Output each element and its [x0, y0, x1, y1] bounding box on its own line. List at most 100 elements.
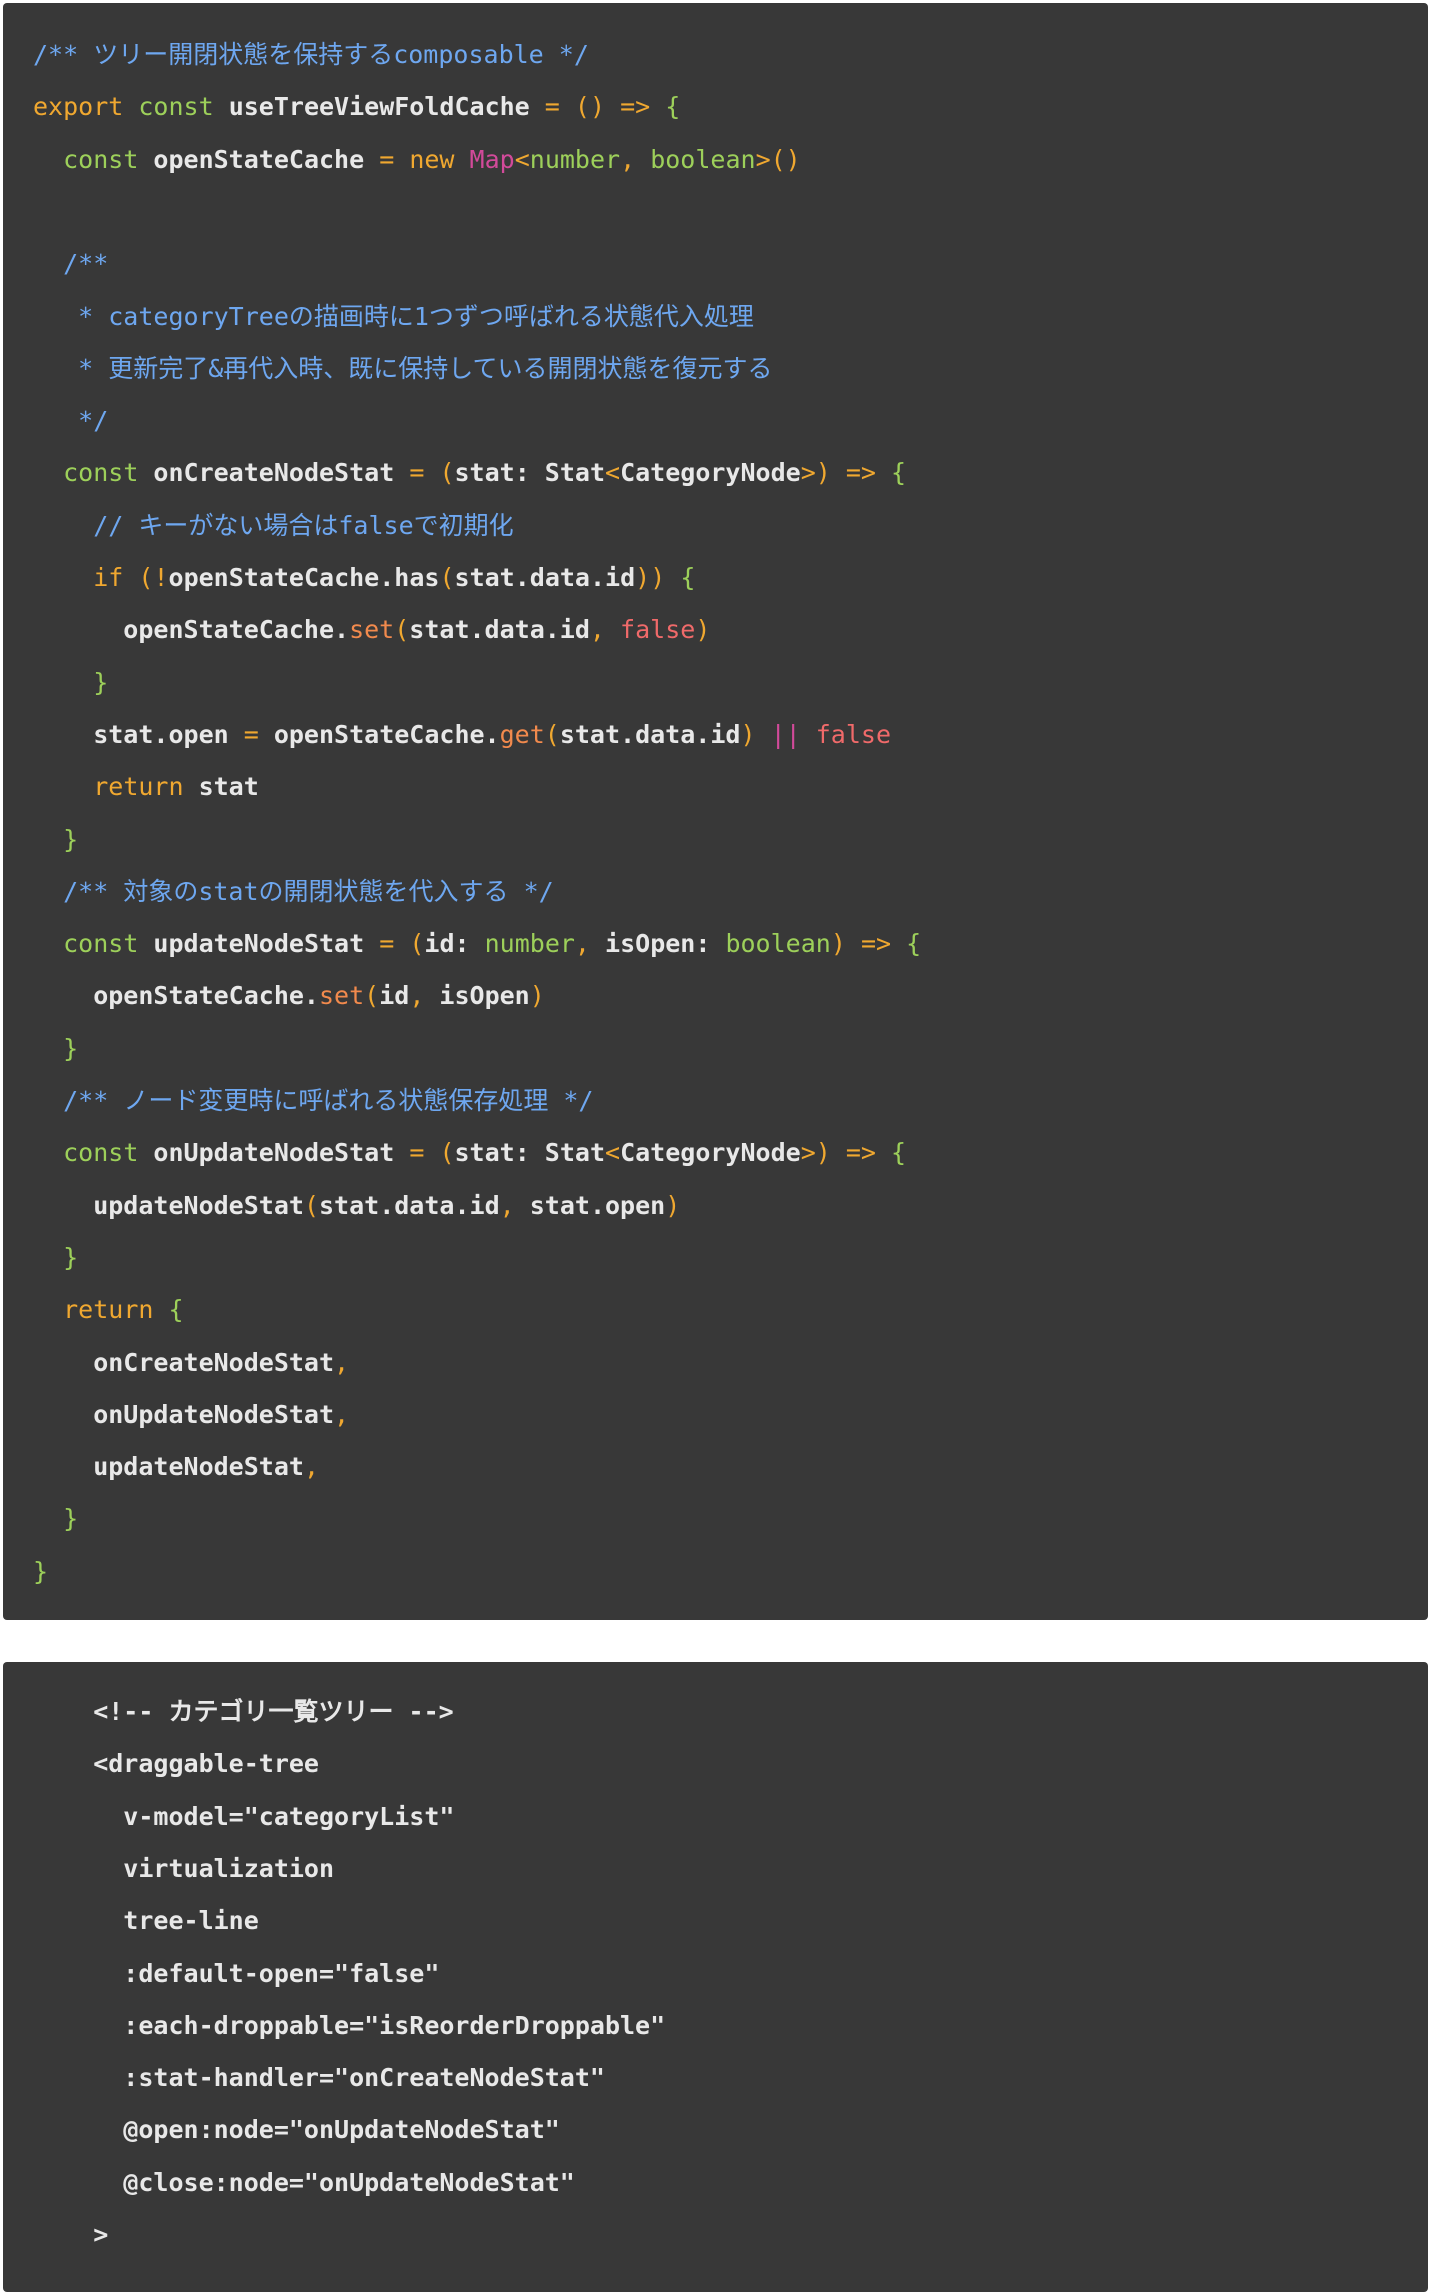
code-token: return [93, 772, 184, 802]
code-line: const updateNodeStat = (id: number, isOp… [33, 918, 921, 970]
code-token: ) [665, 1190, 681, 1220]
code-token: { [680, 563, 696, 592]
code-token: = [544, 92, 560, 122]
code-token: stat.data.id [559, 719, 741, 749]
code-token: boolean [725, 929, 831, 959]
code-token: ) [529, 981, 545, 1011]
code-token: ( [138, 563, 154, 592]
code-token: >) [800, 458, 831, 488]
code-token: = [409, 1138, 425, 1168]
code-token: ( [409, 929, 425, 959]
code-token: get [499, 719, 545, 749]
code-token: :stat-handler="onCreateNodeStat" [33, 2063, 605, 2093]
code-token: , [589, 615, 605, 645]
code-token: /** 対象のstatの開閉状態を代入する */ [63, 876, 554, 906]
code-token: ) [695, 615, 711, 645]
code-token: ! [153, 563, 169, 592]
code-token: >() [755, 144, 801, 174]
code-token: isOpen: [589, 929, 726, 959]
code-token: stat: Stat [454, 1138, 606, 1168]
code-token: , [409, 981, 425, 1011]
code-token: number [529, 144, 621, 174]
code-token: onUpdateNodeStat [138, 1138, 410, 1168]
code-line: :each-droppable="isReorderDroppable" [33, 2000, 665, 2052]
code-token: > [33, 2220, 109, 2249]
code-token: openStateCache. [33, 615, 350, 645]
code-token: { [665, 92, 681, 122]
code-token: } [33, 1556, 49, 1586]
code-token: , [574, 929, 590, 959]
code-token: // キーがない場合はfalseで初期化 [93, 510, 514, 540]
code-token: , [334, 1347, 350, 1377]
code-line: /** ノード変更時に呼ばれる状態保存処理 */ [33, 1075, 593, 1127]
code-line: openStateCache.set(stat.data.id, false) [33, 604, 710, 656]
code-token: < [605, 1138, 621, 1168]
code-token: , [620, 144, 636, 174]
code-token: v-model="categoryList" [33, 1801, 455, 1831]
html-template-code-block: <!-- カテゴリ一覧ツリー --> <draggable-tree v-mod… [3, 1662, 1428, 2292]
code-line: /** 対象のstatの開閉状態を代入する */ [33, 866, 554, 918]
code-token: const [63, 929, 139, 959]
code-token: } [63, 824, 79, 854]
code-token: onCreateNodeStat [138, 458, 410, 488]
code-token: openStateCache. [258, 719, 500, 749]
code-token: = [409, 458, 425, 488]
code-token: false [620, 615, 696, 645]
code-token: openStateCache.has [168, 563, 440, 592]
code-line: if (!openStateCache.has(stat.data.id)) { [33, 552, 695, 604]
code-token: updateNodeStat [138, 929, 380, 959]
code-token: * 更新完了&再代入時、既に保持している開閉状態を復元する [78, 353, 773, 383]
code-token: :default-open="false" [33, 1958, 440, 1988]
code-token: ( [364, 981, 380, 1011]
code-token: <!-- カテゴリ一覧ツリー --> [33, 1697, 454, 1726]
code-token: false [815, 719, 892, 749]
code-token: ( [394, 615, 410, 645]
code-token: stat [183, 772, 259, 802]
code-token: id: [424, 929, 485, 959]
code-token: */ [78, 406, 109, 436]
code-token: isOpen [424, 981, 530, 1011]
code-line: @close:node="onUpdateNodeStat" [33, 2157, 575, 2209]
code-token: ( [439, 458, 455, 488]
code-line: v-model="categoryList" [33, 1791, 454, 1843]
code-token: :each-droppable="isReorderDroppable" [33, 2010, 666, 2040]
code-token: const [63, 144, 139, 174]
code-line: const openStateCache = new Map<number, b… [33, 134, 801, 186]
code-token: /** [63, 249, 109, 279]
code-token: { [906, 929, 922, 959]
code-token: openStateCache [138, 144, 380, 174]
code-token: virtualization [33, 1853, 335, 1883]
code-token: return [63, 1295, 154, 1325]
code-token: export [33, 92, 124, 122]
code-line: const onUpdateNodeStat = (stat: Stat<Cat… [33, 1127, 906, 1179]
code-token: <draggable-tree [33, 1749, 319, 1779]
code-line: updateNodeStat(stat.data.id, stat.open) [33, 1180, 680, 1232]
code-line: */ [33, 395, 108, 447]
code-token: stat.data.id [409, 615, 590, 645]
code-line: } [33, 1232, 78, 1284]
code-line: :stat-handler="onCreateNodeStat" [33, 2052, 605, 2104]
code-token: * categoryTreeの描画時に1つずつ呼ばれる状態代入処理 [78, 301, 754, 331]
code-line: const onCreateNodeStat = (stat: Stat<Cat… [33, 447, 906, 499]
code-token: >) [800, 1138, 831, 1168]
